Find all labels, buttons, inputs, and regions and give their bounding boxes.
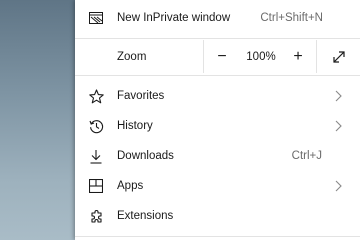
zoom-label: Zoom xyxy=(117,50,147,63)
fullscreen-button[interactable] xyxy=(317,40,360,73)
downloads-shortcut: Ctrl+J xyxy=(291,150,322,162)
chevron-right-icon xyxy=(334,180,342,192)
star-icon xyxy=(88,88,104,104)
history-label: History xyxy=(117,120,153,132)
zoom-level-value: 100% xyxy=(246,50,276,63)
extensions-label: Extensions xyxy=(117,210,174,222)
apps-icon xyxy=(88,178,104,194)
extensions-icon xyxy=(88,208,104,224)
browser-settings-menu: New InPrivate window Ctrl+Shift+N Zoom −… xyxy=(75,0,360,240)
new-inprivate-window-shortcut: Ctrl+Shift+N xyxy=(260,12,323,24)
chevron-right-icon xyxy=(334,120,342,132)
new-inprivate-window-item[interactable]: New InPrivate window Ctrl+Shift+N xyxy=(75,3,360,33)
new-inprivate-window-label: New InPrivate window xyxy=(117,12,231,24)
apps-item[interactable]: Apps xyxy=(75,171,360,201)
downloads-label: Downloads xyxy=(117,150,174,162)
zoom-in-button[interactable]: + xyxy=(282,40,314,73)
history-icon xyxy=(88,118,104,134)
zoom-row: Zoom − 100% + xyxy=(75,40,360,73)
history-item[interactable]: History xyxy=(75,111,360,141)
downloads-item[interactable]: Downloads Ctrl+J xyxy=(75,141,360,171)
extensions-item[interactable]: Extensions xyxy=(75,201,360,231)
zoom-out-button[interactable]: − xyxy=(204,40,240,73)
favorites-item[interactable]: Favorites xyxy=(75,81,360,111)
divider xyxy=(75,75,360,76)
fullscreen-icon xyxy=(332,50,346,64)
inprivate-window-icon xyxy=(88,10,104,26)
apps-label: Apps xyxy=(117,180,144,192)
favorites-label: Favorites xyxy=(117,90,165,102)
download-icon xyxy=(88,148,104,164)
chevron-right-icon xyxy=(334,90,342,102)
divider xyxy=(75,38,360,39)
divider xyxy=(75,236,360,237)
